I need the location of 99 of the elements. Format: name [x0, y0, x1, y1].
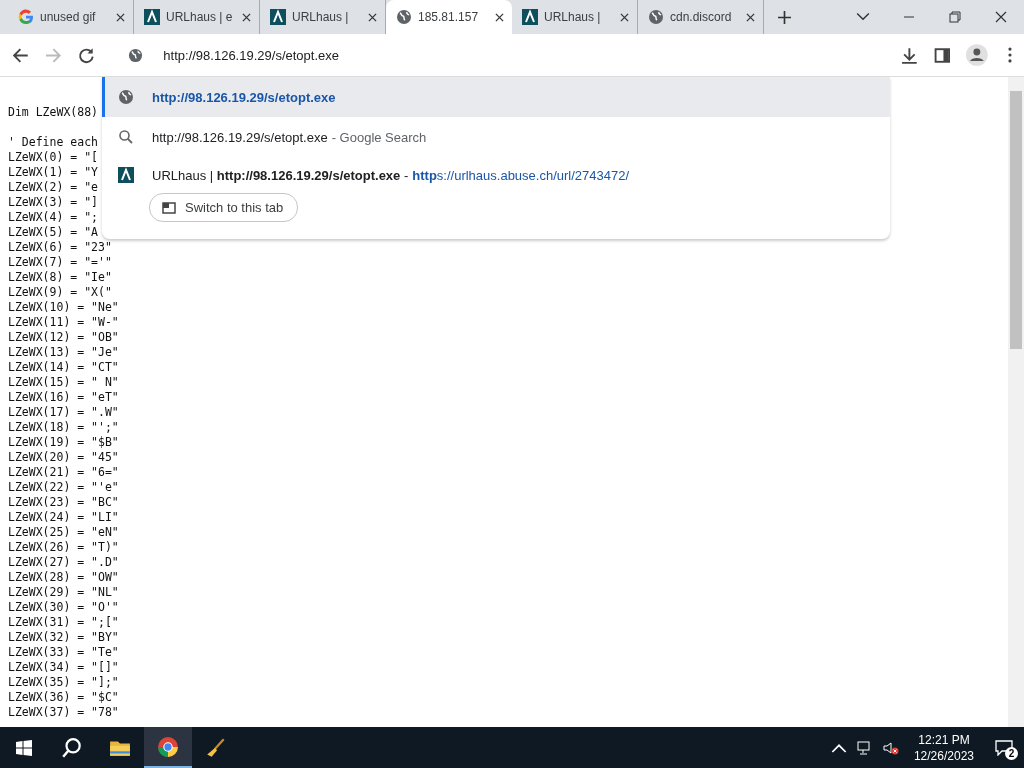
tab-title: 185.81.157	[418, 10, 480, 24]
code-line: LZeWX(8) = "Ie"	[8, 270, 112, 284]
close-icon[interactable]	[994, 11, 1008, 23]
code-line: LZeWX(18) = "';"	[8, 420, 119, 434]
globe-icon	[648, 9, 664, 25]
code-line: LZeWX(11) = "W-"	[8, 315, 119, 329]
code-line: LZeWX(2) = "e	[8, 180, 98, 194]
network-icon[interactable]	[856, 740, 873, 755]
tab-search-icon[interactable]	[856, 11, 870, 23]
urlhaus-logo-icon	[118, 167, 134, 183]
code-line: LZeWX(10) = "Ne"	[8, 300, 119, 314]
code-line: LZeWX(35) = "];"	[8, 675, 119, 689]
tab-title: cdn.discord	[670, 10, 733, 24]
code-line: LZeWX(34) = "[]"	[8, 660, 119, 674]
code-line: ' Define each	[8, 135, 98, 149]
code-line: LZeWX(0) = "[	[8, 150, 98, 164]
globe-icon	[118, 89, 134, 105]
restore-icon[interactable]	[948, 11, 962, 23]
scrollbar[interactable]	[1008, 77, 1024, 727]
code-line: Dim LZeWX(88)	[8, 105, 98, 119]
code-line: LZeWX(21) = "6="	[8, 465, 119, 479]
browser-tab[interactable]: 185.81.157	[386, 0, 512, 34]
suggestion-link: https://urlhaus.abuse.ch/url/2743472/	[412, 167, 630, 183]
code-line: LZeWX(3) = "]	[8, 195, 98, 209]
code-line: LZeWX(27) = ".D"	[8, 555, 119, 569]
urlhaus-logo-icon	[144, 9, 160, 25]
search-icon	[118, 129, 134, 145]
code-line: LZeWX(15) = " N"	[8, 375, 119, 389]
clock[interactable]: 12:21 PM 12/26/2023	[913, 731, 974, 764]
tab-icon	[162, 201, 176, 214]
suggestion-hint: - Google Search	[331, 129, 427, 145]
close-icon[interactable]	[620, 12, 629, 22]
suggestion-url: http://98.126.19.29/s/etopt.exe	[152, 89, 336, 105]
code-line: LZeWX(22) = "'e"	[8, 480, 119, 494]
code-line: LZeWX(7) = "='"	[8, 255, 112, 269]
suggestion-item[interactable]: http://98.126.19.29/s/etopt.exe - Google Search	[102, 117, 890, 157]
code-line: LZeWX(5) = "A	[8, 225, 98, 239]
code-line: LZeWX(16) = "eT"	[8, 390, 119, 404]
notification-center[interactable]: 2	[984, 727, 1024, 768]
suggestion-title: URLhaus | http://98.126.19.29/s/etopt.exe -	[152, 167, 409, 183]
close-icon[interactable]	[242, 12, 251, 22]
code-line: LZeWX(6) = "23"	[8, 240, 112, 254]
code-line: LZeWX(30) = "O'"	[8, 600, 119, 614]
urlhaus-logo-icon	[270, 9, 286, 25]
urlhaus-logo-icon	[522, 9, 538, 25]
suggestion-item[interactable]: URLhaus | http://98.126.19.29/s/etopt.exe - https://urlhaus.abuse.ch/url/2743472/ Switch to this tab	[102, 157, 890, 243]
google-icon	[18, 9, 34, 25]
tab-title: URLhaus | e	[166, 10, 234, 24]
windows-start-icon[interactable]	[16, 739, 32, 756]
broom-icon	[205, 736, 227, 759]
code-line: LZeWX(36) = "$C"	[8, 690, 119, 704]
globe-icon	[396, 9, 412, 25]
code-line: LZeWX(1) = "Y	[8, 165, 98, 179]
code-line: LZeWX(24) = "LI"	[8, 510, 119, 524]
back-arrow-icon[interactable]	[12, 46, 29, 64]
speech-bubble-icon	[995, 739, 1013, 756]
switch-tab-button[interactable]: Switch to this tab	[149, 193, 299, 222]
search-icon	[61, 736, 83, 759]
notification-count: 2	[1005, 747, 1018, 760]
code-line: LZeWX(32) = "BY"	[8, 630, 119, 644]
suggestion-query: http://98.126.19.29/s/etopt.exe	[152, 129, 328, 145]
address-text: http://98.126.19.29/s/etopt.exe	[163, 47, 339, 63]
tab-title: URLhaus |	[292, 10, 350, 24]
menu-icon[interactable]	[1008, 47, 1012, 63]
code-line: LZeWX(37) = "78"	[8, 705, 119, 719]
scrollbar-thumb[interactable]	[1010, 91, 1022, 349]
tab-title: URLhaus |	[544, 10, 602, 24]
tab-title: unused gif	[40, 10, 97, 24]
chrome-icon	[157, 735, 179, 758]
globe-icon	[128, 47, 144, 63]
code-line: LZeWX(31) = ";["	[8, 615, 119, 629]
code-line: LZeWX(25) = "eN"	[8, 525, 119, 539]
code-line: LZeWX(4) = ";	[8, 210, 98, 224]
taskbar-app[interactable]	[144, 727, 192, 768]
code-line: LZeWX(14) = "CT"	[8, 360, 119, 374]
code-line: LZeWX(28) = "OW"	[8, 570, 119, 584]
clock-time: 12:21 PM	[918, 731, 970, 748]
close-icon[interactable]	[746, 12, 755, 22]
code-line: LZeWX(13) = "Je"	[8, 345, 119, 359]
reload-icon[interactable]	[77, 46, 95, 64]
code-line: LZeWX(17) = ".W"	[8, 405, 119, 419]
code-line: LZeWX(12) = "OB"	[8, 330, 119, 344]
code-line: LZeWX(29) = "NL"	[8, 585, 119, 599]
close-icon[interactable]	[368, 12, 377, 22]
close-icon[interactable]	[116, 12, 125, 22]
code-line: LZeWX(33) = "Te"	[8, 645, 119, 659]
close-icon[interactable]	[495, 12, 504, 22]
download-icon[interactable]	[900, 46, 918, 64]
code-line: LZeWX(19) = "$B"	[8, 435, 119, 449]
code-line: LZeWX(9) = "X("	[8, 285, 112, 299]
clock-date: 12/26/2023	[913, 747, 974, 764]
code-line: LZeWX(26) = "T)"	[8, 540, 119, 554]
new-tab-icon[interactable]	[778, 10, 791, 24]
profile-avatar-icon[interactable]	[966, 44, 989, 66]
suggestion-item[interactable]: http://98.126.19.29/s/etopt.exe	[102, 77, 890, 117]
code-line: LZeWX(23) = "BC"	[8, 495, 119, 509]
speaker-muted-icon[interactable]	[882, 740, 899, 755]
side-panel-icon[interactable]	[933, 46, 951, 64]
code-line: LZeWX(20) = "45"	[8, 450, 119, 464]
